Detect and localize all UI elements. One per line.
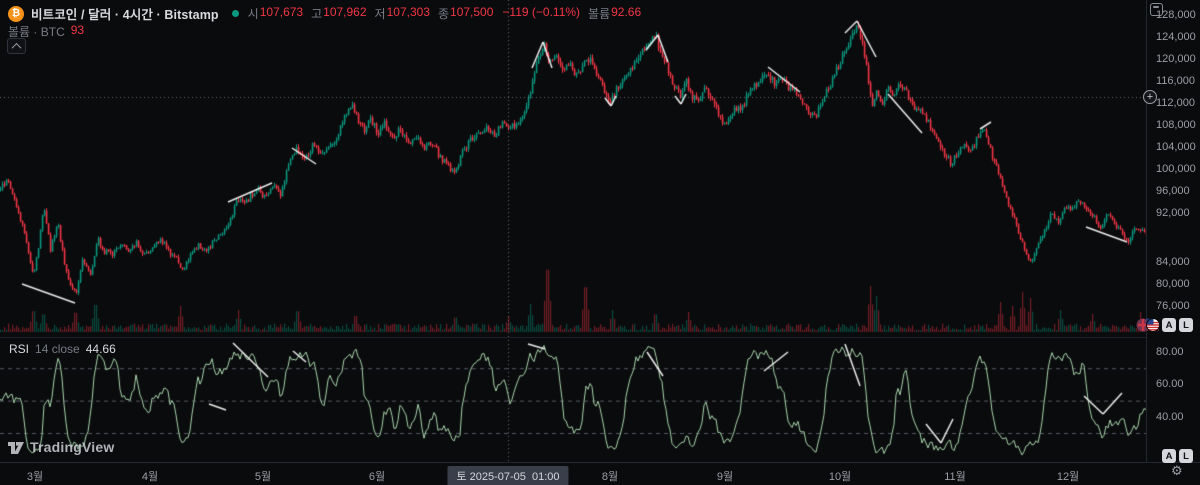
chevron-up-icon [11, 42, 22, 53]
axis-label: 112,000 [1156, 97, 1195, 109]
symbol-legend[interactable]: ₿ 비트코인 / 달러 · 4시간 · Bitstamp 시 107,673 고1… [8, 4, 641, 23]
month-label: 10월 [828, 471, 852, 483]
log-scale-button[interactable]: L [1179, 318, 1193, 332]
bitcoin-icon: ₿ [8, 5, 24, 22]
axis-label: 104,000 [1156, 141, 1196, 153]
rsi-auto-scale-button[interactable]: A [1162, 449, 1176, 463]
maximize-icon[interactable] [1150, 3, 1163, 16]
rsi-log-scale-button[interactable]: L [1179, 449, 1193, 463]
volume-study-value: 93 [70, 23, 85, 37]
open-label: 시 [247, 7, 259, 21]
axis-label: 76,000 [1156, 300, 1190, 312]
axis-label: 124,000 [1156, 31, 1196, 43]
plus-circle-icon[interactable]: + [1143, 90, 1157, 104]
month-label: 5월 [254, 471, 272, 483]
axis-label: 96,000 [1156, 185, 1190, 197]
rsi-params: 14 close [35, 342, 80, 356]
axis-label: 108,000 [1156, 119, 1196, 131]
month-label: 8월 [601, 471, 619, 483]
volume-label: 볼륨 [588, 7, 611, 21]
close-value: 107,500 [450, 5, 494, 19]
axis-label: 40.00 [1156, 411, 1184, 423]
market-status-icon [231, 10, 239, 17]
month-label: 4월 [141, 471, 159, 483]
rsi-value: 44.66 [85, 342, 116, 356]
collapse-pane-button[interactable] [7, 38, 26, 54]
gear-icon[interactable]: ⚙ [1171, 464, 1183, 479]
pane-separator[interactable] [0, 337, 1146, 338]
month-label: 12월 [1056, 471, 1080, 483]
change-value: −119 (−0.11%) [502, 5, 581, 19]
high-value: 107,962 [323, 5, 367, 19]
axis-label: 116,000 [1156, 75, 1195, 87]
tradingview-chart-window: ₿ 비트코인 / 달러 · 4시간 · Bitstamp 시 107,673 고1… [0, 0, 1200, 485]
axis-label: 84,000 [1156, 256, 1190, 268]
watermark-text: TradingView [30, 439, 115, 455]
month-label: 6월 [368, 471, 386, 483]
axis-label: 80,000 [1156, 278, 1190, 290]
price-chart-canvas[interactable] [0, 0, 1146, 462]
low-value: 107,303 [386, 5, 430, 19]
symbol-title[interactable]: 비트코인 / 달러 · 4시간 · Bitstamp [31, 4, 219, 23]
axis-label: 60.00 [1156, 378, 1184, 390]
tradingview-logo-icon [8, 442, 24, 454]
time-axis[interactable]: 토 2025-07-05 01:00 3월 4월 5월 6월 8월 9월 10월 11월 12월 [0, 462, 1200, 485]
close-label: 종 [437, 7, 450, 21]
auto-scale-button[interactable]: A [1162, 318, 1176, 332]
high-label: 고 [311, 7, 323, 21]
axis-label: 120,000 [1156, 53, 1196, 65]
open-value: 107,673 [259, 5, 304, 19]
price-axis[interactable]: 113,505 88,334 03:22:09 54.48 128,000124… [1146, 0, 1200, 462]
month-label: 3월 [26, 471, 44, 483]
axis-label: 92,000 [1156, 207, 1190, 219]
crosshair-date-tooltip: 토 2025-07-05 01:00 [447, 466, 569, 485]
axis-label: 80.00 [1156, 346, 1184, 358]
axis-label: 100,000 [1156, 163, 1196, 175]
rsi-legend[interactable]: RSI 14 close 44.66 [9, 342, 116, 356]
ohlc-values: 시 107,673 고 107,962 저 107,303 종 107,500 −119… [248, 5, 641, 22]
low-label: 저 [374, 7, 386, 21]
rsi-name: RSI [9, 342, 30, 356]
tradingview-watermark[interactable]: TradingView [6, 437, 114, 457]
volume-value: 92.66 [611, 5, 642, 19]
economic-events-flags-icon[interactable] [1136, 318, 1160, 332]
month-label: 11월 [944, 471, 966, 483]
month-label: 9월 [716, 471, 734, 483]
